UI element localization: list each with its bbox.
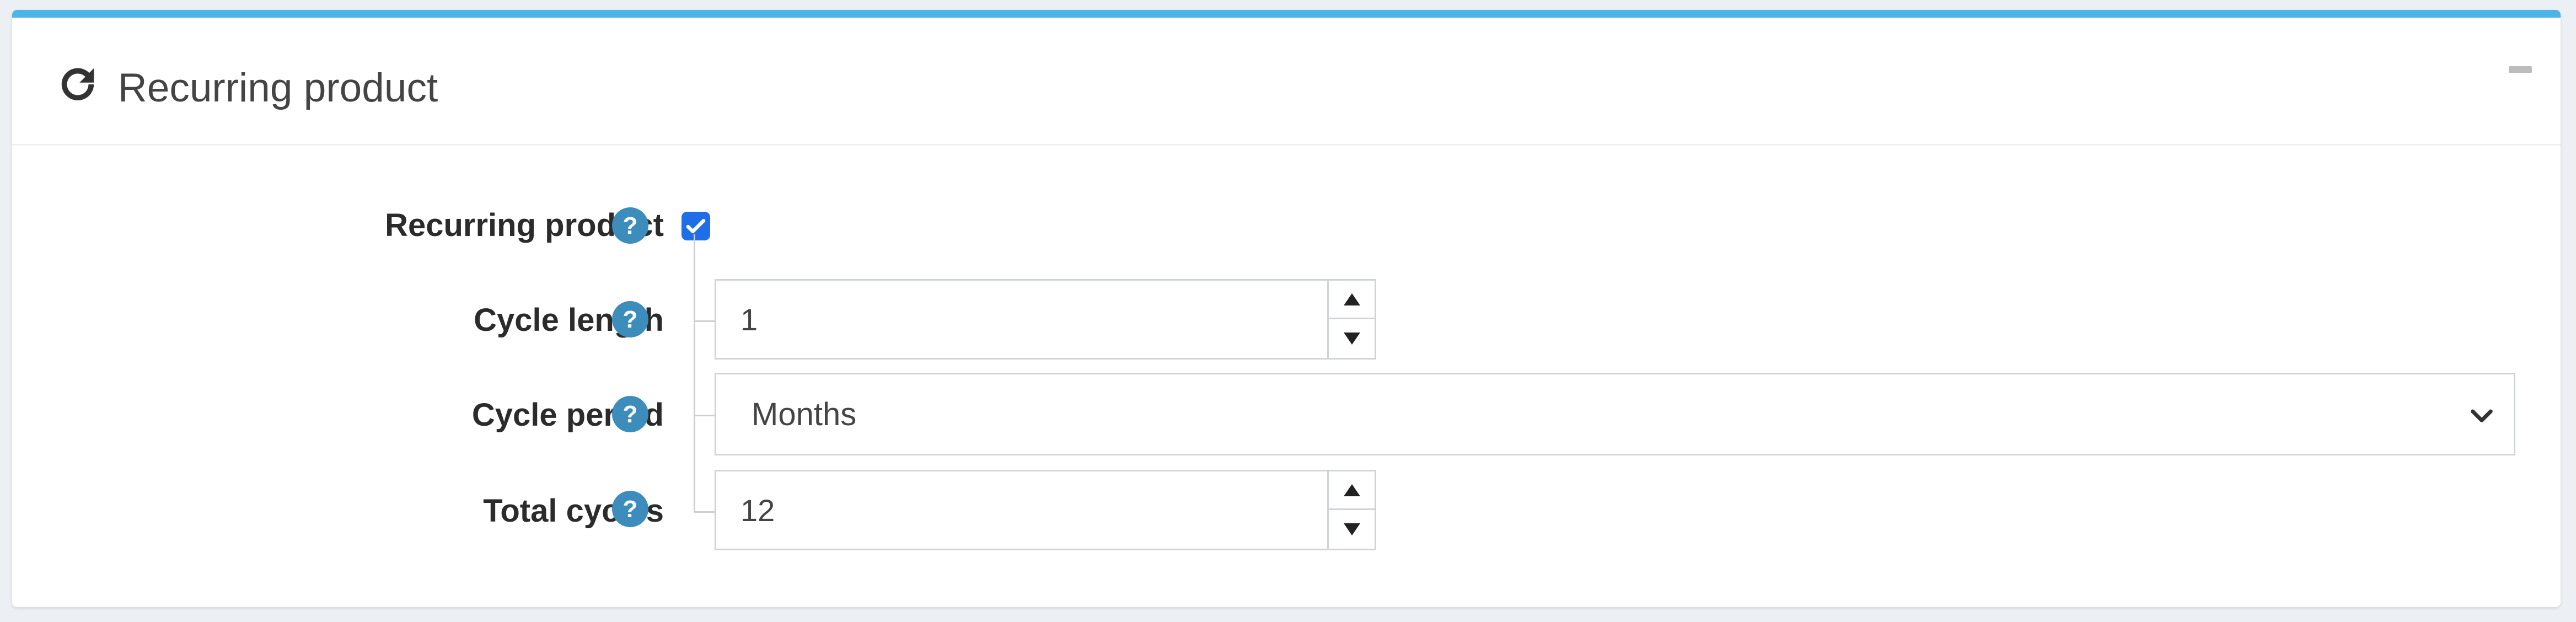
checkmark-icon bbox=[686, 219, 706, 233]
chevron-down-icon bbox=[2471, 409, 2493, 422]
cycle-period-select[interactable]: Months bbox=[715, 373, 2515, 455]
arrow-down-icon bbox=[1343, 333, 1360, 345]
total-cycles-spinner bbox=[1327, 471, 1375, 549]
recurring-product-checkbox[interactable] bbox=[681, 212, 710, 240]
help-question-icon[interactable]: ? bbox=[612, 396, 648, 432]
total-cycles-input[interactable]: 12 bbox=[715, 470, 1376, 550]
cycle-length-spinner bbox=[1327, 281, 1375, 358]
panel-header[interactable]: Recurring product bbox=[12, 18, 2561, 146]
cycle-period-value: Months bbox=[752, 396, 857, 432]
help-question-icon[interactable]: ? bbox=[612, 301, 648, 337]
arrow-down-icon bbox=[1343, 523, 1360, 535]
tree-connector bbox=[694, 234, 695, 513]
decrement-button[interactable] bbox=[1329, 510, 1375, 549]
svg-text:?: ? bbox=[623, 306, 638, 333]
panel-title: Recurring product bbox=[118, 66, 438, 110]
arrow-up-icon bbox=[1343, 484, 1360, 496]
help-question-icon[interactable]: ? bbox=[612, 207, 648, 244]
collapse-minus-icon[interactable] bbox=[2509, 66, 2532, 73]
total-cycles-value: 12 bbox=[740, 493, 775, 528]
arrow-up-icon bbox=[1343, 293, 1360, 305]
svg-text:?: ? bbox=[623, 401, 638, 428]
refresh-icon bbox=[61, 68, 94, 101]
increment-button[interactable] bbox=[1329, 281, 1375, 319]
svg-text:?: ? bbox=[623, 496, 638, 523]
svg-text:?: ? bbox=[623, 212, 638, 239]
cycle-length-value: 1 bbox=[740, 302, 758, 337]
decrement-button[interactable] bbox=[1329, 319, 1375, 358]
increment-button[interactable] bbox=[1329, 471, 1375, 510]
help-question-icon[interactable]: ? bbox=[612, 491, 648, 527]
cycle-length-input[interactable]: 1 bbox=[715, 279, 1376, 360]
